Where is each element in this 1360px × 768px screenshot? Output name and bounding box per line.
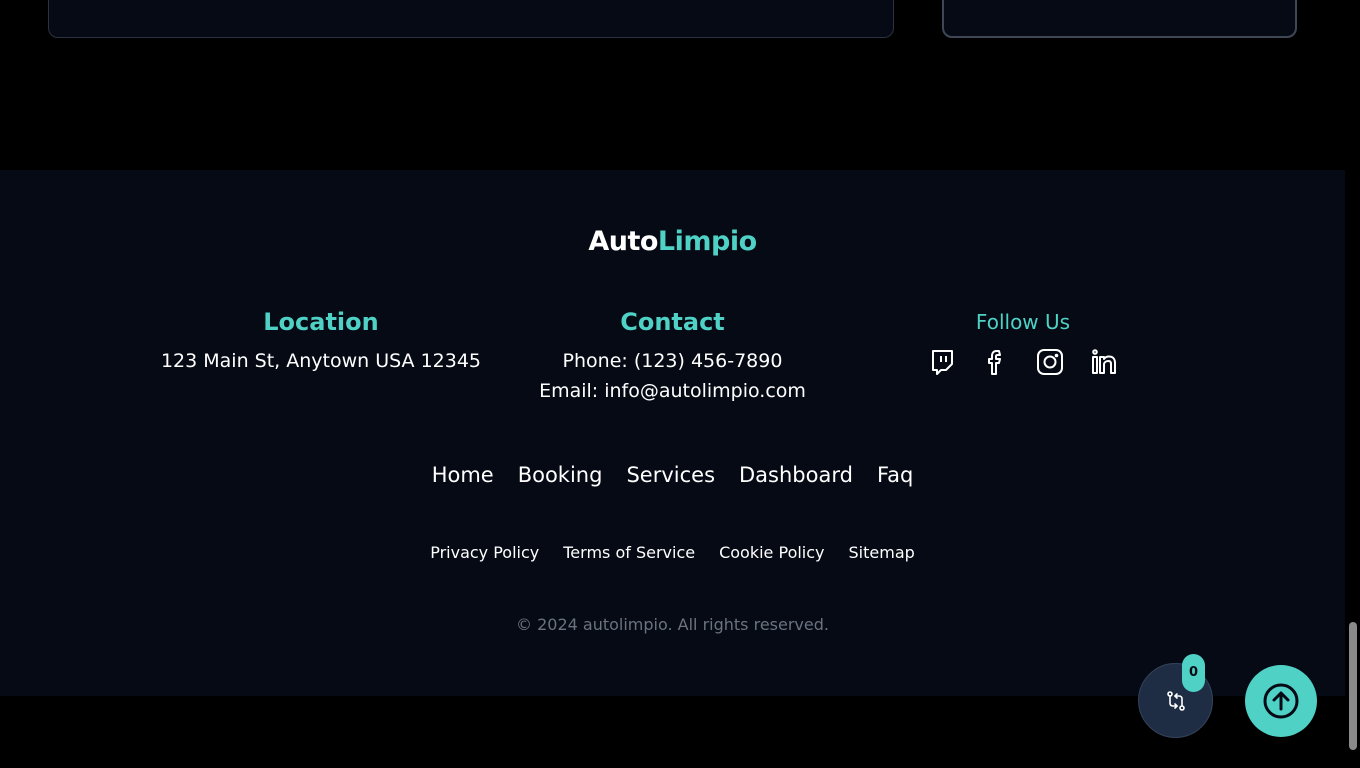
nav-link-home[interactable]: Home [432,460,494,490]
location-address: 123 Main St, Anytown USA 12345 [160,350,482,372]
follow-title: Follow Us [975,310,1071,334]
terms-of-service-link[interactable]: Terms of Service [563,541,695,565]
contact-phone: Phone: (123) 456-7890 [562,350,783,372]
footer-logo[interactable]: AutoLimpio [0,226,1345,257]
instagram-icon[interactable] [1036,348,1064,376]
scrollbar-thumb[interactable] [1349,622,1357,750]
logo-text-limpio: Limpio [657,226,757,257]
footer-contact: Contact Phone: (123) 456-7890 Email: inf… [510,306,835,406]
location-title: Location [263,308,379,336]
compare-arrows-icon [1166,690,1185,711]
nav-link-dashboard[interactable]: Dashboard [739,460,853,490]
footer-location: Location 123 Main St, Anytown USA 12345 [140,306,502,376]
sitemap-link[interactable]: Sitemap [849,541,915,565]
scroll-to-top-button[interactable] [1245,665,1317,737]
twitch-icon[interactable] [928,348,956,376]
footer-follow: Follow Us [900,306,1146,376]
linkedin-icon[interactable] [1090,348,1118,376]
copyright-text: © 2024 autolimpio. All rights reserved. [516,615,829,634]
content-card-right [942,0,1297,38]
facebook-icon[interactable] [982,348,1010,376]
arrow-up-circle-icon [1263,683,1299,719]
contact-email: Email: info@autolimpio.com [539,380,806,402]
site-footer: AutoLimpio Location 123 Main St, Anytown… [0,170,1345,696]
logo-text-auto: Auto [588,226,658,257]
legal-links: Privacy Policy Terms of Service Cookie P… [0,541,1345,565]
privacy-policy-link[interactable]: Privacy Policy [430,541,539,565]
content-card-left [48,0,894,38]
footer-nav: Home Booking Services Dashboard Faq [0,460,1345,490]
cookie-policy-link[interactable]: Cookie Policy [719,541,824,565]
compare-count-badge: 0 [1182,654,1205,692]
social-links [900,348,1146,376]
nav-link-booking[interactable]: Booking [518,460,603,490]
page: AutoLimpio Location 123 Main St, Anytown… [0,0,1360,768]
nav-link-faq[interactable]: Faq [877,460,913,490]
nav-link-services[interactable]: Services [626,460,715,490]
contact-title: Contact [620,308,725,336]
